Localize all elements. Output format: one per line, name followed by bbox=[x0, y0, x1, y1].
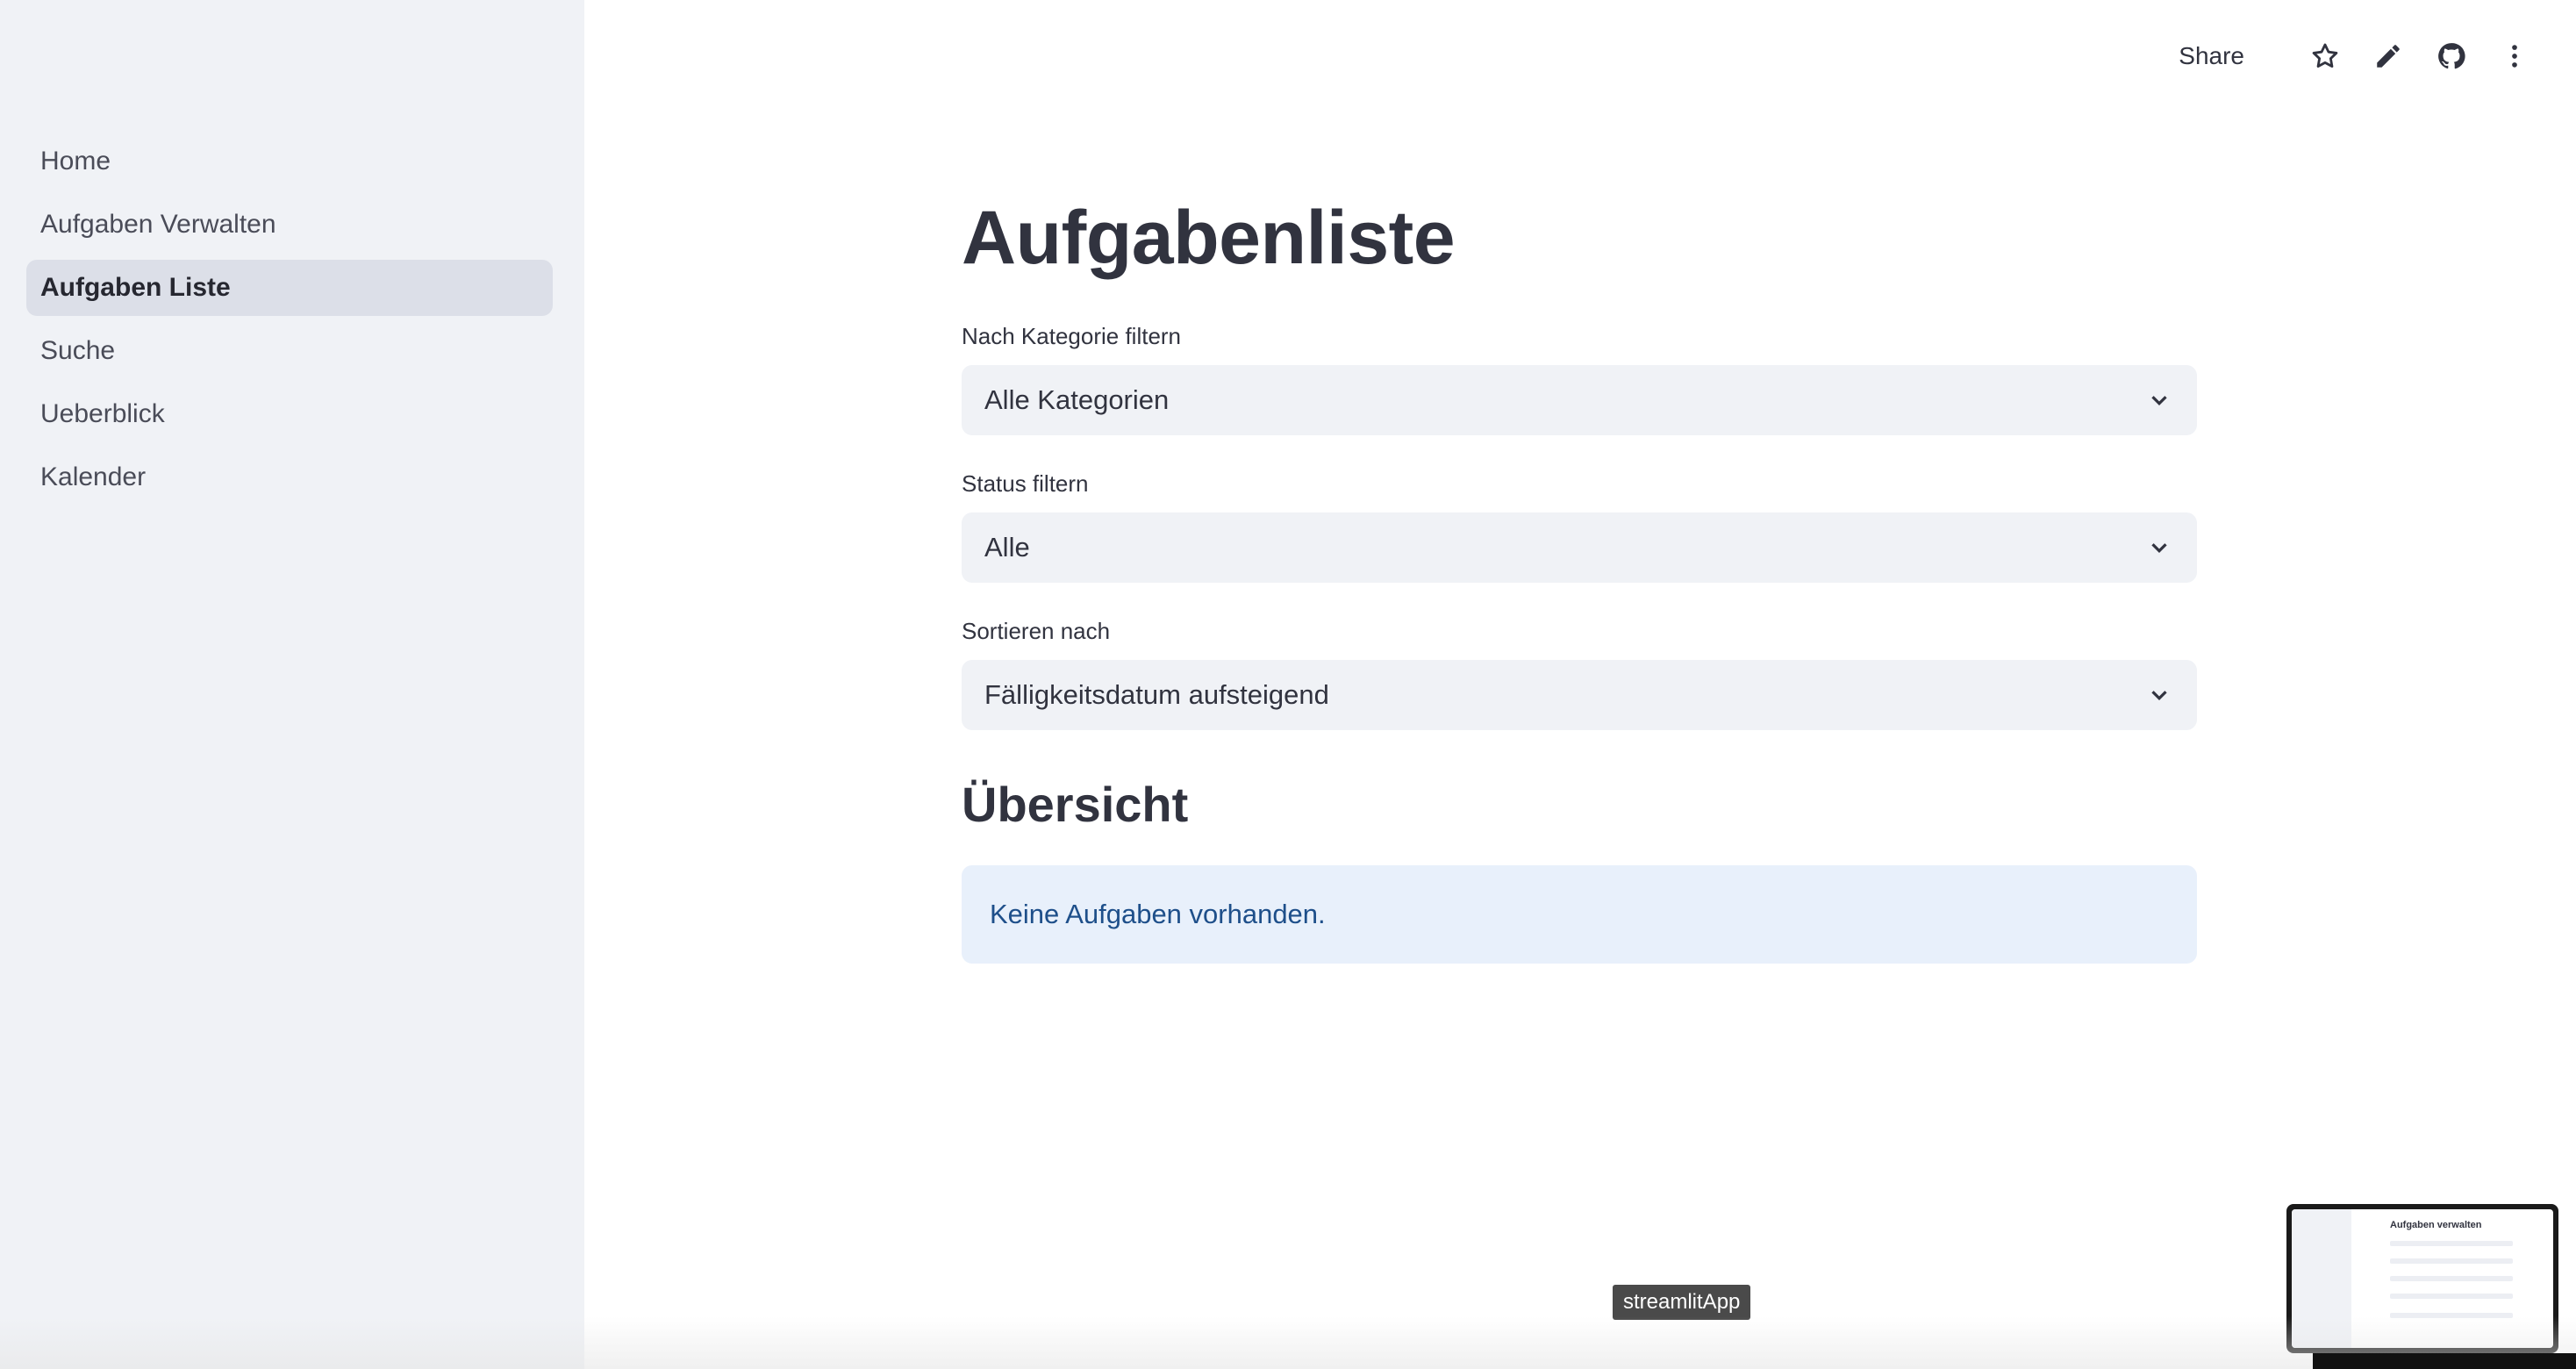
sort-select[interactable]: Fälligkeitsdatum aufsteigend bbox=[962, 660, 2197, 730]
category-filter-value: Alle Kategorien bbox=[984, 384, 1170, 415]
app-root: Home Aufgaben Verwalten Aufgaben Liste S… bbox=[0, 0, 2576, 1369]
sort-value: Fälligkeitsdatum aufsteigend bbox=[984, 679, 1329, 710]
page-title: Aufgabenliste bbox=[962, 196, 1456, 280]
chevron-down-icon bbox=[2151, 691, 2167, 701]
preview-thumbnail[interactable]: Aufgaben verwalten bbox=[2286, 1204, 2558, 1353]
sidebar-item-suche[interactable]: Suche bbox=[26, 323, 553, 379]
pencil-icon[interactable] bbox=[2369, 37, 2408, 75]
preview-field bbox=[2390, 1258, 2513, 1264]
status-filter-select[interactable]: Alle bbox=[962, 512, 2197, 583]
preview-field bbox=[2390, 1313, 2513, 1318]
github-icon[interactable] bbox=[2432, 37, 2471, 75]
corner-strip bbox=[2313, 1353, 2576, 1369]
chevron-down-icon bbox=[2151, 543, 2167, 554]
header-toolbar: Share bbox=[2166, 32, 2534, 81]
sidebar-item-aufgaben-liste[interactable]: Aufgaben Liste bbox=[26, 260, 553, 316]
sidebar-item-label: Home bbox=[40, 147, 111, 176]
share-button[interactable]: Share bbox=[2166, 33, 2257, 79]
sidebar: Home Aufgaben Verwalten Aufgaben Liste S… bbox=[0, 0, 584, 1369]
preview-thumbnail-screen: Aufgaben verwalten bbox=[2292, 1209, 2553, 1348]
sidebar-item-aufgaben-verwalten[interactable]: Aufgaben Verwalten bbox=[26, 197, 553, 253]
category-filter-select[interactable]: Alle Kategorien bbox=[962, 365, 2197, 435]
status-filter-label: Status filtern bbox=[962, 470, 1089, 497]
preview-field bbox=[2390, 1241, 2513, 1246]
sidebar-item-label: Aufgaben Verwalten bbox=[40, 210, 276, 239]
preview-field bbox=[2390, 1276, 2513, 1281]
sidebar-item-ueberblick[interactable]: Ueberblick bbox=[26, 386, 553, 442]
preview-title: Aufgaben verwalten bbox=[2390, 1220, 2482, 1230]
chevron-down-icon bbox=[2151, 396, 2167, 406]
preview-field bbox=[2390, 1294, 2513, 1299]
sidebar-item-label: Suche bbox=[40, 336, 116, 365]
info-alert: Keine Aufgaben vorhanden. bbox=[962, 865, 2197, 964]
star-icon[interactable] bbox=[2306, 37, 2344, 75]
sidebar-nav: Home Aufgaben Verwalten Aufgaben Liste S… bbox=[26, 133, 553, 512]
section-title-overview: Übersicht bbox=[962, 777, 1189, 832]
sidebar-item-kalender[interactable]: Kalender bbox=[26, 449, 553, 505]
status-filter-value: Alle bbox=[984, 532, 1030, 563]
sidebar-item-label: Aufgaben Liste bbox=[40, 273, 231, 302]
sidebar-item-label: Ueberblick bbox=[40, 399, 165, 428]
sidebar-item-home[interactable]: Home bbox=[26, 133, 553, 190]
category-filter-label: Nach Kategorie filtern bbox=[962, 323, 1182, 349]
preview-sidebar bbox=[2292, 1209, 2351, 1348]
more-vertical-icon[interactable] bbox=[2495, 37, 2534, 75]
sidebar-item-label: Kalender bbox=[40, 462, 147, 491]
info-message: Keine Aufgaben vorhanden. bbox=[990, 899, 1326, 929]
sort-label: Sortieren nach bbox=[962, 618, 1111, 644]
app-tooltip: streamlitApp bbox=[1613, 1285, 1751, 1320]
